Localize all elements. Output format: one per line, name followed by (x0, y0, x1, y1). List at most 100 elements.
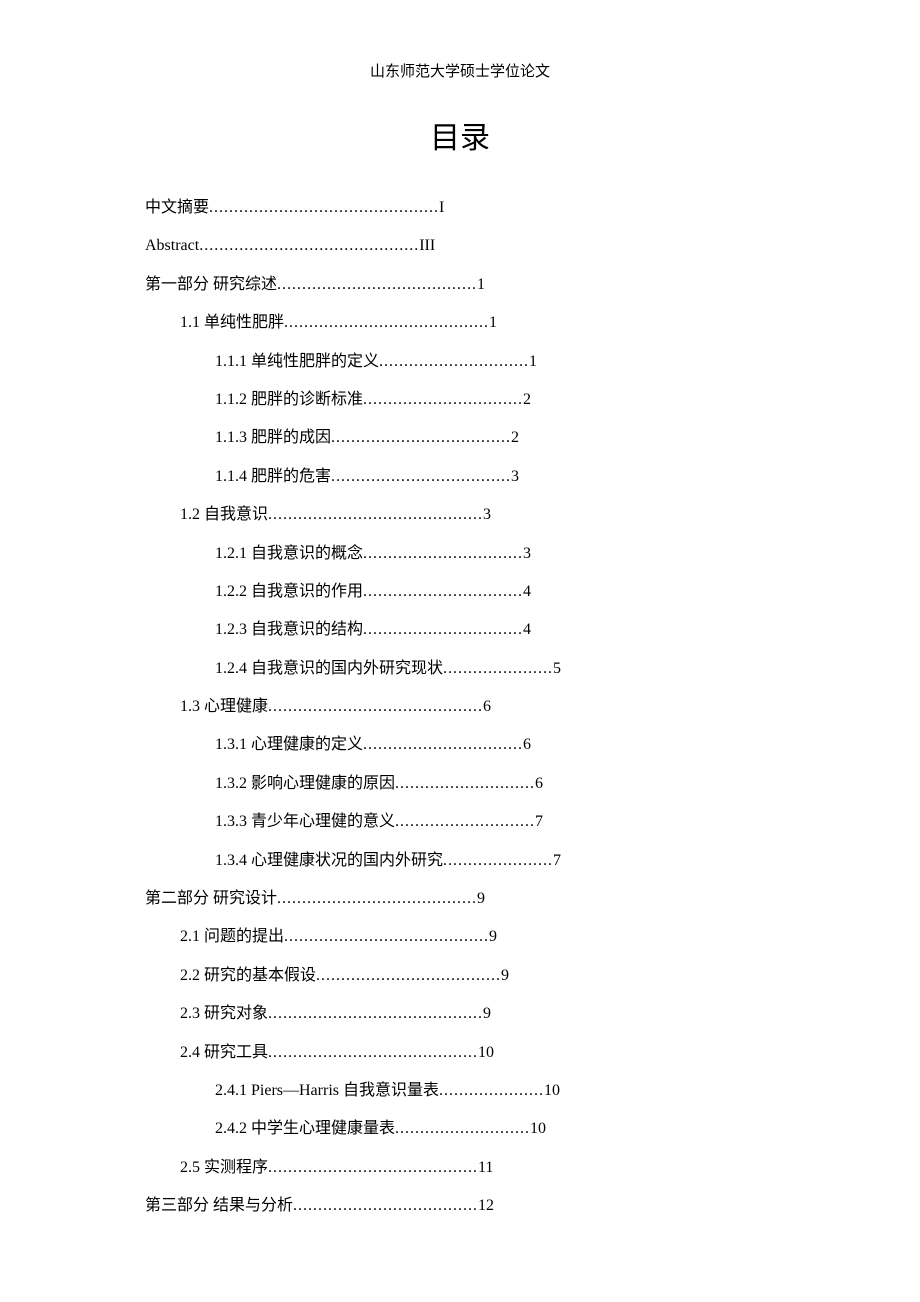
toc-entry-page: 3 (511, 466, 519, 488)
toc-title: 目录 (0, 113, 920, 157)
toc-entry-leader: ........................................ (277, 274, 477, 296)
toc-entry-leader: .................................... (331, 427, 511, 449)
toc-entry-label: 1.1.1 单纯性肥胖的定义 (215, 351, 379, 373)
toc-entry-leader: ............................ (395, 811, 535, 833)
toc-entry-label: Abstract (145, 235, 199, 257)
toc-entry-leader: ........................................… (209, 197, 439, 219)
toc-entry-label: 1.1.2 肥胖的诊断标准 (215, 389, 363, 411)
toc-entry: 1.1.3 肥胖的成因 ............................… (215, 427, 775, 449)
toc-entry-page: 11 (478, 1157, 493, 1179)
toc-entry: 2.1 问题的提出...............................… (180, 926, 775, 948)
toc-entry-label: 1.2 自我意识 (180, 504, 268, 526)
toc-entry-label: 1.3 心理健康 (180, 696, 268, 718)
toc-entry: 中文摘要 ...................................… (145, 197, 775, 219)
toc-entry-page: 5 (553, 658, 561, 680)
toc-entry-leader: .................................... (331, 466, 511, 488)
toc-entry: 1.3.1 心理健康的定义 ..........................… (215, 734, 775, 756)
toc-entry: 第一部分 研究综述 ..............................… (145, 274, 775, 296)
toc-entry-leader: ................................ (363, 734, 523, 756)
toc-entry: 1.1.2 肥胖的诊断标准 ..........................… (215, 389, 775, 411)
toc-entry-leader: ..................... (439, 1080, 544, 1102)
toc-entry-page: 3 (483, 504, 491, 526)
toc-entry-page: 9 (501, 965, 509, 987)
toc-entry: 1.2 自我意识................................… (180, 504, 775, 526)
toc-entry: 1.2.2 自我意识的作用 ..........................… (215, 581, 775, 603)
toc-entry-page: 4 (523, 581, 531, 603)
toc-entry-page: 9 (483, 1003, 491, 1025)
toc-entry-leader: ........................................… (268, 1042, 478, 1064)
toc-entry-label: 2.4.2 中学生心理健康量表 (215, 1118, 395, 1140)
toc-entry-label: 2.1 问题的提出 (180, 926, 284, 948)
toc-entry-leader: ................................ (363, 619, 523, 641)
toc-entry-label: 2.2 研究的基本假设 (180, 965, 316, 987)
toc-entry-page: 1 (529, 351, 537, 373)
toc-entry-leader: ........................................… (199, 235, 419, 257)
toc-entry-leader: ..................................... (293, 1195, 478, 1217)
toc-entry-label: 第二部分 研究设计 (145, 888, 277, 910)
toc-entry-label: 1.2.1 自我意识的概念 (215, 543, 363, 565)
toc-entry: 第三部分 结果与分析 .............................… (145, 1195, 775, 1217)
toc-entry-page: 6 (535, 773, 543, 795)
toc-entry: 1.2.3 自我意识的结构 ..........................… (215, 619, 775, 641)
toc-entry-label: 中文摘要 (145, 197, 209, 219)
toc-entry: 1.3.3 青少年心理健的意义 ........................… (215, 811, 775, 833)
toc-entry-label: 第一部分 研究综述 (145, 274, 277, 296)
toc-entry-leader: ........................................… (268, 1157, 478, 1179)
page-header: 山东师范大学硕士学位论文 (0, 0, 920, 81)
toc-entry-page: 7 (553, 850, 561, 872)
toc-entry-label: 1.3.3 青少年心理健的意义 (215, 811, 395, 833)
toc-entry-label: 2.4.1 Piers—Harris 自我意识量表 (215, 1080, 439, 1102)
toc-entry-label: 1.2.3 自我意识的结构 (215, 619, 363, 641)
toc-entry: 2.4 研究工具 ...............................… (180, 1042, 775, 1064)
toc-entry-leader: ........................................… (268, 1003, 483, 1025)
toc-entry-label: 1.1.3 肥胖的成因 (215, 427, 331, 449)
toc-entry-label: 第三部分 结果与分析 (145, 1195, 293, 1217)
toc-entry: 1.1.1 单纯性肥胖的定义 .........................… (215, 351, 775, 373)
toc-entry: 1.3.4 心理健康状况的国内外研究 .....................… (215, 850, 775, 872)
toc-entry-page: 7 (535, 811, 543, 833)
toc-entry-page: 2 (511, 427, 519, 449)
toc-entry-label: 1.2.2 自我意识的作用 (215, 581, 363, 603)
toc-entry-page: 3 (523, 543, 531, 565)
toc-entry-leader: ...................... (443, 850, 553, 872)
toc-entry-page: 2 (523, 389, 531, 411)
toc-entry-label: 2.3 研究对象 (180, 1003, 268, 1025)
toc-entry-label: 1.1 单纯性肥胖 (180, 312, 284, 334)
toc-entry-label: 1.3.2 影响心理健康的原因 (215, 773, 395, 795)
toc-entry-page: 12 (478, 1195, 494, 1217)
toc-entry-page: III (419, 235, 435, 257)
toc-entry: 2.4.1 Piers—Harris 自我意识量表 ..............… (215, 1080, 775, 1102)
toc-entry: 1.2.4 自我意识的国内外研究现状 .....................… (215, 658, 775, 680)
toc-entry-page: I (439, 197, 444, 219)
toc-entry-leader: .............................. (379, 351, 529, 373)
toc-entry-leader: ........................................… (284, 926, 489, 948)
toc-entry: 1.1.4 肥胖的危害 ............................… (215, 466, 775, 488)
toc-entry: 2.2 研究的基本假设 ............................… (180, 965, 775, 987)
toc-entry-label: 2.5 实测程序 (180, 1157, 268, 1179)
toc-entry: 第二部分 研究设计 ..............................… (145, 888, 775, 910)
toc-entry: 1.3.2 影响心理健康的原因.........................… (215, 773, 775, 795)
toc-entry-page: 6 (483, 696, 491, 718)
toc-entry: 2.4.2 中学生心理健康量表 ........................… (215, 1118, 775, 1140)
toc-entry-page: 4 (523, 619, 531, 641)
toc-entry-leader: ............................ (395, 773, 535, 795)
toc-entry-label: 2.4 研究工具 (180, 1042, 268, 1064)
toc-entry-leader: ........................................… (268, 504, 483, 526)
toc-entry-leader: ................................ (363, 543, 523, 565)
toc-entry-label: 1.2.4 自我意识的国内外研究现状 (215, 658, 443, 680)
toc-entry-leader: ..................................... (316, 965, 501, 987)
toc-entry-leader: ........................................ (277, 888, 477, 910)
toc-entry-leader: ...................... (443, 658, 553, 680)
toc-entry: 2.5 实测程序 ...............................… (180, 1157, 775, 1179)
toc-entry: 2.3 研究对象 ...............................… (180, 1003, 775, 1025)
toc-entry-page: 9 (477, 888, 485, 910)
toc-entry-leader: ................................ (363, 389, 523, 411)
toc-entry-leader: ........................... (395, 1118, 530, 1140)
toc-entry-label: 1.3.1 心理健康的定义 (215, 734, 363, 756)
toc-entry: Abstract ...............................… (145, 235, 775, 257)
toc-entry-page: 1 (477, 274, 485, 296)
toc-entry-page: 10 (478, 1042, 494, 1064)
toc-entry-leader: ................................ (363, 581, 523, 603)
toc-entry-page: 9 (489, 926, 497, 948)
toc-entry: 1.1 单纯性肥胖 ..............................… (180, 312, 775, 334)
